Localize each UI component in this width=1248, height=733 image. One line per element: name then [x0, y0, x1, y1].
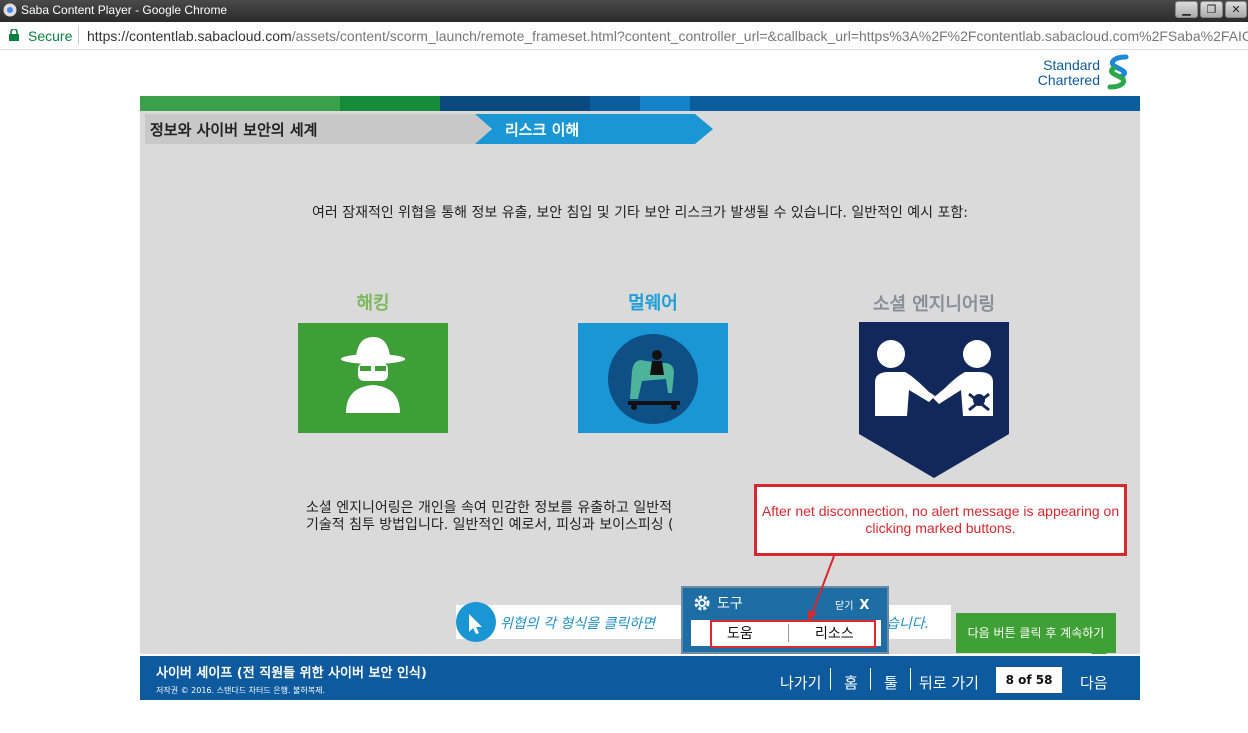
annotation-callout: After net disconnection, no alert messag… — [754, 484, 1127, 556]
annotation-arrow — [808, 555, 835, 622]
